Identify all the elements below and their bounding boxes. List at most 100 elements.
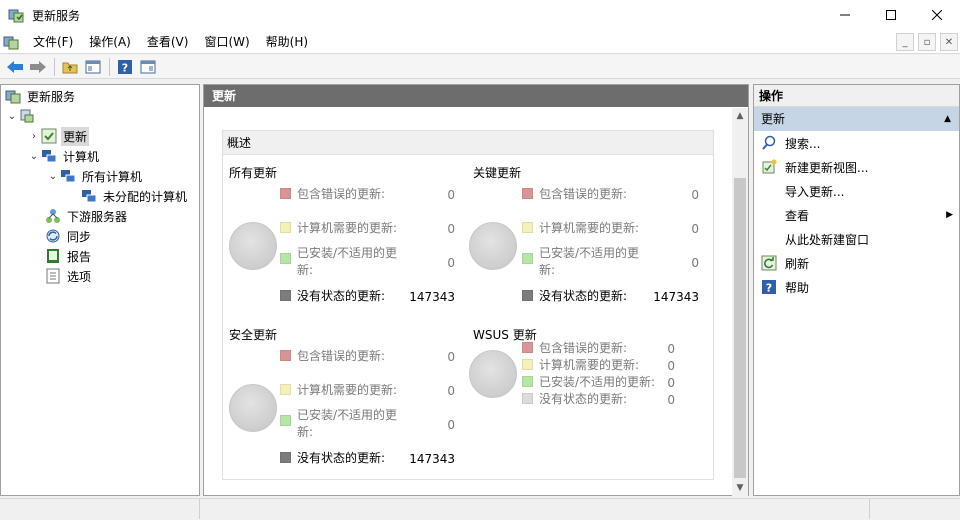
- row-value: 147343: [409, 452, 455, 466]
- minimize-button[interactable]: [822, 0, 868, 30]
- mdi-close-button[interactable]: ✕: [940, 33, 958, 51]
- menu-window[interactable]: 窗口(W): [196, 31, 257, 53]
- row-label: 没有状态的更新:: [539, 289, 628, 303]
- error-swatch: [522, 342, 533, 353]
- action-label: 搜索...: [785, 136, 821, 151]
- tree-item-synchronizations[interactable]: 同步: [45, 226, 93, 246]
- title-bar: 更新服务: [0, 0, 960, 30]
- action-label: 刷新: [785, 256, 810, 271]
- computers-icon: [82, 190, 97, 203]
- section-title: 关键更新: [473, 166, 522, 180]
- needed-swatch: [280, 384, 291, 395]
- needed-swatch: [522, 222, 533, 233]
- row-value: 147343: [653, 290, 699, 304]
- row-label: 计算机需要的更新:: [297, 383, 398, 397]
- row-value: 0: [667, 376, 675, 390]
- action-pane-button[interactable]: [137, 57, 159, 77]
- tree-label: 同步: [67, 229, 92, 244]
- console-tree: 更新服务 ⌄ › 更新 ⌄ 计算机 ⌄ 所有计算机 未分配的计算机 下游服务器 …: [0, 84, 200, 496]
- status-cell: [200, 499, 870, 519]
- tree-item-reports[interactable]: 报告: [45, 246, 93, 266]
- status-row-needed: 计算机需要的更新:: [280, 220, 397, 237]
- chevron-right-icon[interactable]: ›: [27, 131, 41, 142]
- tree-item-updates[interactable]: › 更新: [27, 126, 90, 146]
- tree-item-computers[interactable]: ⌄ 计算机: [27, 146, 101, 166]
- menu-help[interactable]: 帮助(H): [258, 31, 316, 53]
- tree-item-server[interactable]: ⌄: [5, 106, 39, 126]
- row-value: 0: [691, 188, 699, 202]
- status-row-error: 包含错误的更新:: [280, 348, 385, 365]
- tree-item-root[interactable]: 更新服务: [5, 86, 77, 106]
- section-title: 所有更新: [229, 166, 278, 180]
- action-view[interactable]: 查看 ▶: [754, 203, 959, 227]
- scroll-down-arrow-icon[interactable]: ▼: [732, 480, 748, 496]
- no-status-swatch: [280, 290, 291, 301]
- actions-subheader[interactable]: 更新 ▲: [754, 107, 959, 131]
- action-import-updates[interactable]: 导入更新...: [754, 179, 959, 203]
- row-label: 没有状态的更新:: [539, 392, 628, 406]
- up-folder-button[interactable]: [59, 57, 81, 77]
- no-status-swatch: [280, 452, 291, 463]
- mdi-restore-button[interactable]: ▫: [918, 33, 936, 51]
- row-value: 0: [667, 359, 675, 373]
- no-status-swatch: [522, 290, 533, 301]
- status-pie: [469, 350, 517, 398]
- tree-item-all-computers[interactable]: ⌄ 所有计算机: [46, 166, 144, 186]
- collapse-triangle-icon[interactable]: ▲: [944, 107, 951, 131]
- action-search[interactable]: 搜索...: [754, 131, 959, 155]
- status-row-no-status: 没有状态的更新:: [522, 391, 627, 408]
- menu-file[interactable]: 文件(F): [25, 31, 81, 53]
- menu-action[interactable]: 操作(A): [81, 31, 139, 53]
- installed-swatch: [280, 415, 291, 426]
- section-all-updates: 所有更新 包含错误的更新: 0 计算机需要的更新: 0 已安装/不适用的更新: …: [229, 164, 463, 314]
- action-help[interactable]: ? 帮助: [754, 275, 959, 299]
- row-label: 计算机需要的更新:: [539, 358, 640, 372]
- svg-text:?: ?: [766, 282, 772, 295]
- overview-panel: 概述 所有更新 包含错误的更新: 0 计算机需要的更新: 0 已安装/不适用的更…: [222, 130, 714, 480]
- status-pie: [229, 222, 277, 270]
- action-new-update-view[interactable]: 新建更新视图...: [754, 155, 959, 179]
- no-status-swatch: [522, 393, 533, 404]
- close-button[interactable]: [914, 0, 960, 30]
- action-pane-icon: [140, 60, 156, 73]
- tree-item-unassigned-computers[interactable]: 未分配的计算机: [81, 186, 189, 206]
- status-row-error: 包含错误的更新:: [522, 340, 627, 357]
- sync-icon: [46, 229, 60, 243]
- installed-swatch: [522, 253, 533, 264]
- mdi-minimize-button[interactable]: _: [896, 33, 914, 51]
- installed-swatch: [522, 376, 533, 387]
- tree-item-options[interactable]: 选项: [45, 266, 93, 286]
- forward-button[interactable]: [27, 57, 49, 77]
- overview-title: 概述: [223, 131, 713, 155]
- scroll-up-arrow-icon[interactable]: ▲: [732, 108, 748, 124]
- row-value: 0: [667, 393, 675, 407]
- scroll-thumb[interactable]: [734, 178, 746, 478]
- tree-item-downstream-servers[interactable]: 下游服务器: [45, 206, 129, 226]
- chevron-down-icon[interactable]: ⌄: [46, 171, 60, 182]
- tree-label: 更新: [61, 126, 90, 146]
- error-swatch: [522, 188, 533, 199]
- action-new-window-from-here[interactable]: 从此处新建窗口: [754, 227, 959, 251]
- menu-bar: 文件(F) 操作(A) 查看(V) 窗口(W) 帮助(H) _ ▫ ✕: [0, 30, 960, 54]
- new-view-icon: [762, 159, 777, 174]
- console-icon[interactable]: [3, 34, 19, 50]
- status-row-needed: 计算机需要的更新:: [522, 220, 639, 237]
- status-row-no-status: 没有状态的更新:: [280, 288, 385, 305]
- action-label: 查看: [785, 208, 810, 223]
- back-button[interactable]: [4, 57, 26, 77]
- status-row-installed: 已安装/不适用的更新:: [280, 245, 400, 279]
- action-label: 新建更新视图...: [785, 160, 869, 175]
- maximize-button[interactable]: [868, 0, 914, 30]
- computers-icon: [61, 170, 76, 183]
- chevron-down-icon[interactable]: ⌄: [5, 111, 19, 122]
- vertical-scrollbar[interactable]: ▲ ▼: [732, 108, 748, 496]
- results-pane: 更新 ▲ ▼ 概述 所有更新 包含错误的更新: 0 计算机需要的更新: 0 已安…: [203, 84, 749, 496]
- action-refresh[interactable]: 刷新: [754, 251, 959, 275]
- section-wsus-updates: WSUS 更新 包含错误的更新: 0 计算机需要的更新: 0 已安装/不适用的更…: [469, 326, 707, 426]
- chevron-down-icon[interactable]: ⌄: [27, 151, 41, 162]
- console-tree-button[interactable]: [82, 57, 104, 77]
- status-cell: [0, 499, 200, 519]
- close-icon: [932, 10, 942, 20]
- menu-view[interactable]: 查看(V): [139, 31, 197, 53]
- help-toolbar-button[interactable]: ?: [114, 57, 136, 77]
